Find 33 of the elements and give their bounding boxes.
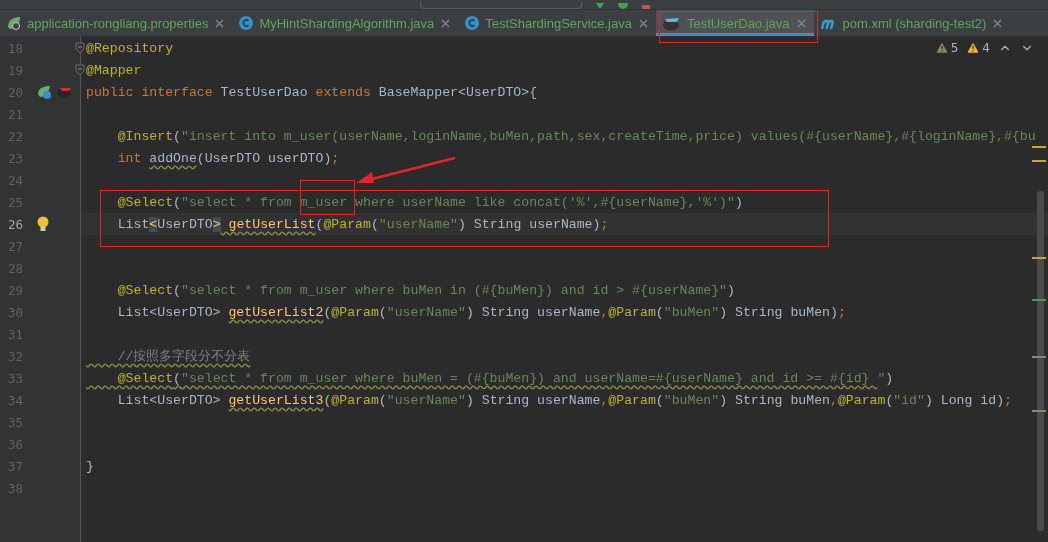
code-line: List<UserDTO> getUserList2(@Param("userName") String userName,@Param("buMen") String buMen); — [116, 304, 846, 320]
class-icon — [238, 15, 255, 31]
inspection-count[interactable]: 4 — [966, 41, 990, 55]
class-icon — [464, 15, 481, 31]
editor-tab[interactable]: MyHintShardingAlgorithm.java — [232, 10, 459, 36]
code-line: @Select("select * from m_user where buMen = (#{buMen}) and userName=#{userName} and id >= #{id} ") — [116, 370, 894, 386]
fold-marker[interactable] — [75, 42, 85, 54]
inspection-count[interactable]: 5 — [934, 41, 959, 55]
fold-marker[interactable] — [75, 64, 85, 76]
code-line: } — [86, 458, 94, 474]
warning-icon — [934, 41, 949, 55]
code-line: @Select("select * from m_user where buMen in (#{buMen}) and id > #{userName}") — [116, 282, 735, 298]
debug-icon[interactable] — [618, 3, 628, 9]
editor-tab[interactable]: pom.xml (sharding-test2) — [813, 10, 1011, 36]
scrollbar[interactable] — [1037, 191, 1044, 531]
code-line: @Repository — [86, 40, 174, 56]
code-line: @Insert("insert into m_user(userName,loginName,buMen,path,sex,createTime,price) values(#{userName},#{loginName},#{bu — [116, 128, 1036, 144]
line-number: 26 — [7, 216, 25, 232]
leaf-icon — [6, 15, 22, 31]
code-comment: //按照多字段分不分表 — [116, 348, 251, 365]
code-line: int addOne(UserDTO userDTO); — [116, 150, 340, 166]
code-line: public interface TestUserDao extends BaseMapper<UserDTO>{ — [86, 84, 538, 100]
warning-icon — [966, 41, 981, 55]
editor-tab[interactable]: TestUserDao.java — [655, 10, 814, 36]
code-line: List<UserDTO> getUserList3(@Param("userName") String userName,@Param("buMen") String buMen,@Param("id") Long id); — [116, 392, 1012, 408]
editor-tab[interactable]: TestShardingService.java — [458, 10, 656, 36]
code-line: @Mapper — [86, 62, 142, 78]
bird-icon — [661, 15, 682, 31]
editor-tab[interactable]: application-rongliang.properties — [0, 10, 233, 36]
code-line: List<UserDTO> getUserList(@Param("userName") String userName); — [116, 216, 609, 232]
bird-icon[interactable] — [56, 85, 74, 99]
bulb-icon[interactable] — [36, 215, 50, 233]
bean-icon[interactable] — [36, 84, 52, 100]
